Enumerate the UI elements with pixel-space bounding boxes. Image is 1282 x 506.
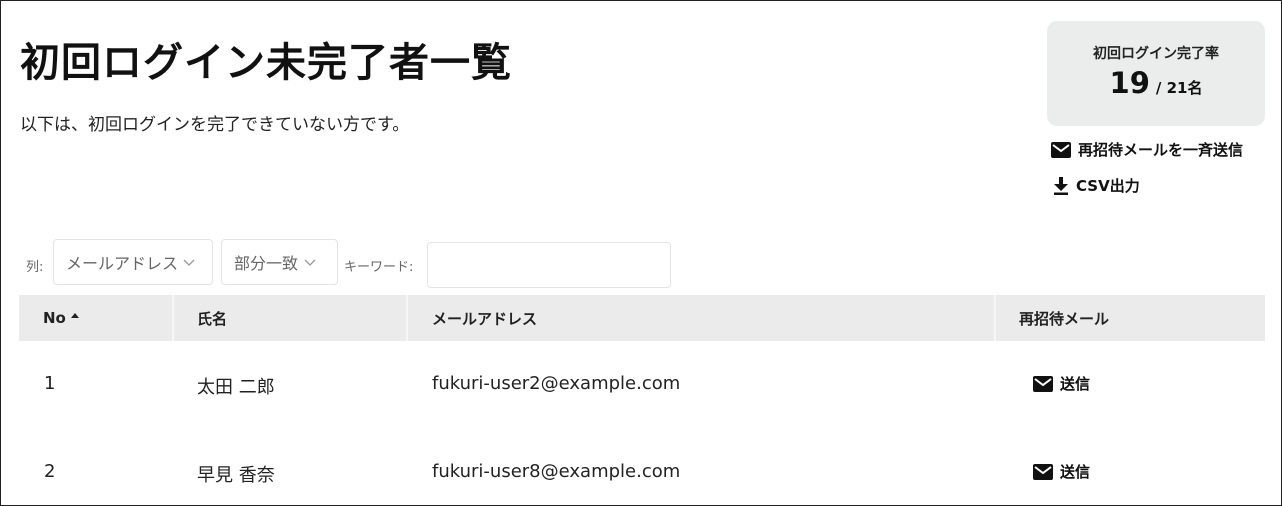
page-title: 初回ログイン未完了者一覧 <box>20 40 512 86</box>
column-divider <box>406 295 408 341</box>
column-header-no-label: No <box>43 309 66 327</box>
row-email: fukuri-user8@example.com <box>432 461 681 482</box>
mail-icon <box>1051 141 1071 158</box>
completion-rate-label: 初回ログイン完了率 <box>1093 46 1219 62</box>
row-name: 太田 二郎 <box>197 377 275 398</box>
sort-up-icon <box>70 313 79 318</box>
reinvite-all-button[interactable]: 再招待メールを一斉送信 <box>1051 139 1243 160</box>
match-type-value: 部分一致 <box>234 254 299 273</box>
completed-count: 19 <box>1109 66 1150 100</box>
column-filter-label: 列: <box>26 260 44 275</box>
table-row: 2 早見 香奈 fukuri-user8@example.com 送信 <box>19 429 1265 506</box>
csv-export-label: CSV出力 <box>1076 177 1140 195</box>
table-row: 1 太田 二郎 fukuri-user2@example.com 送信 <box>19 341 1265 429</box>
send-label: 送信 <box>1060 375 1091 393</box>
column-select-value: メールアドレス <box>66 254 179 273</box>
mail-icon <box>1033 463 1053 480</box>
chevron-down-icon <box>304 259 316 266</box>
csv-export-button[interactable]: CSV出力 <box>1053 175 1140 196</box>
mail-icon <box>1033 375 1053 392</box>
download-icon <box>1054 176 1068 195</box>
column-header-reinvite: 再招待メール <box>1019 309 1110 328</box>
total-count: / 21名 <box>1155 79 1203 97</box>
keyword-input[interactable] <box>427 242 671 288</box>
row-number: 1 <box>44 373 56 394</box>
reinvite-all-label: 再招待メールを一斉送信 <box>1078 141 1244 159</box>
completion-rate-card: 初回ログイン完了率 19 / 21名 <box>1047 21 1265 126</box>
row-number: 2 <box>44 461 56 482</box>
row-name: 早見 香奈 <box>197 465 275 486</box>
page-subtitle: 以下は、初回ログインを完了できていない方です。 <box>20 115 410 135</box>
send-reinvite-button[interactable]: 送信 <box>1033 373 1090 394</box>
column-select[interactable]: メールアドレス <box>53 239 213 285</box>
column-divider <box>994 295 996 341</box>
row-email: fukuri-user2@example.com <box>432 373 681 394</box>
send-reinvite-button[interactable]: 送信 <box>1033 461 1090 482</box>
column-header-email: メールアドレス <box>432 309 538 328</box>
match-type-select[interactable]: 部分一致 <box>221 239 338 285</box>
column-header-name: 氏名 <box>197 309 228 328</box>
column-header-no[interactable]: No <box>43 295 80 341</box>
column-divider <box>172 295 174 341</box>
completion-rate-value: 19 / 21名 <box>1047 66 1265 100</box>
chevron-down-icon <box>183 259 195 266</box>
table-header: No 氏名 メールアドレス 再招待メール <box>19 295 1265 341</box>
send-label: 送信 <box>1060 463 1091 481</box>
keyword-label: キーワード: <box>344 260 414 275</box>
